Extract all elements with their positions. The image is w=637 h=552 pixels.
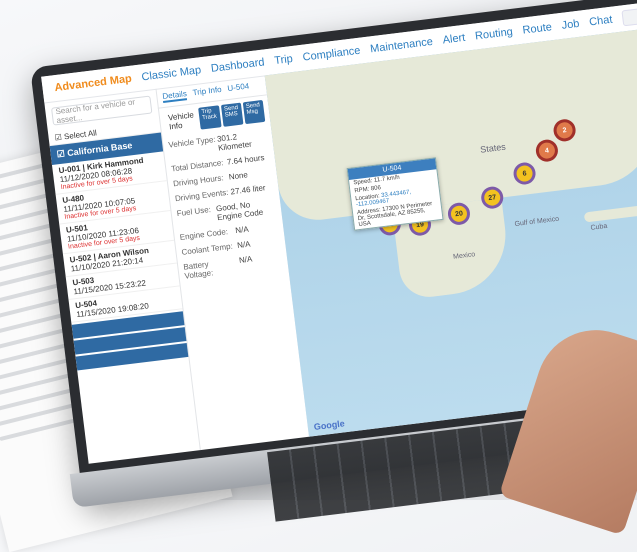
- google-logo: Google: [313, 418, 346, 433]
- trip-track-button[interactable]: Trip Track: [197, 105, 222, 130]
- nav-classic-map[interactable]: Classic Map: [141, 64, 202, 83]
- nav-compliance[interactable]: Compliance: [302, 45, 361, 64]
- nav-dashboard[interactable]: Dashboard: [210, 56, 265, 74]
- field-value: 27.46 liter: [230, 183, 267, 197]
- nav-routing[interactable]: Routing: [474, 26, 513, 43]
- field-label: Vehicle Type:: [167, 134, 217, 150]
- field-value: None: [228, 170, 249, 182]
- nav-advanced-map[interactable]: Advanced Map: [54, 73, 133, 94]
- field-label: Fuel Use:: [176, 205, 212, 219]
- field-value: 7.64 hours: [226, 153, 266, 167]
- land-cuba: [583, 205, 637, 223]
- section-title: Vehicle Info: [167, 110, 195, 132]
- nav-alert[interactable]: Alert: [442, 32, 466, 47]
- details-unit-title: U-504: [226, 81, 250, 94]
- send-sms-button[interactable]: Send SMS: [220, 102, 244, 127]
- field-value: N/A: [238, 254, 253, 265]
- field-value: N/A: [236, 239, 251, 251]
- map-label-gulf: Gulf of Mexico: [514, 215, 560, 229]
- field-label: Battery Voltage:: [182, 259, 214, 281]
- tab-trip-info[interactable]: Trip Info: [192, 85, 222, 99]
- select-all-label: Select All: [63, 128, 98, 142]
- tab-details[interactable]: Details: [161, 89, 188, 104]
- vehicle-popup[interactable]: U-504 Speed: 11.7 km/h RPM: 806 Location…: [346, 157, 444, 231]
- nav-maintenance[interactable]: Maintenance: [370, 36, 434, 56]
- field-value: N/A: [234, 224, 250, 236]
- nav-route[interactable]: Route: [522, 21, 553, 36]
- send-msg-button[interactable]: Send Msg: [242, 99, 265, 125]
- map-label-cuba: Cuba: [590, 222, 608, 232]
- nav-search-input[interactable]: [621, 0, 637, 27]
- nav-job[interactable]: Job: [561, 18, 580, 32]
- nav-trip[interactable]: Trip: [274, 53, 294, 67]
- nav-chat[interactable]: Chat: [589, 14, 614, 29]
- popup-value: 806: [370, 185, 382, 193]
- field-value: 301.2 Kilometer: [216, 132, 253, 153]
